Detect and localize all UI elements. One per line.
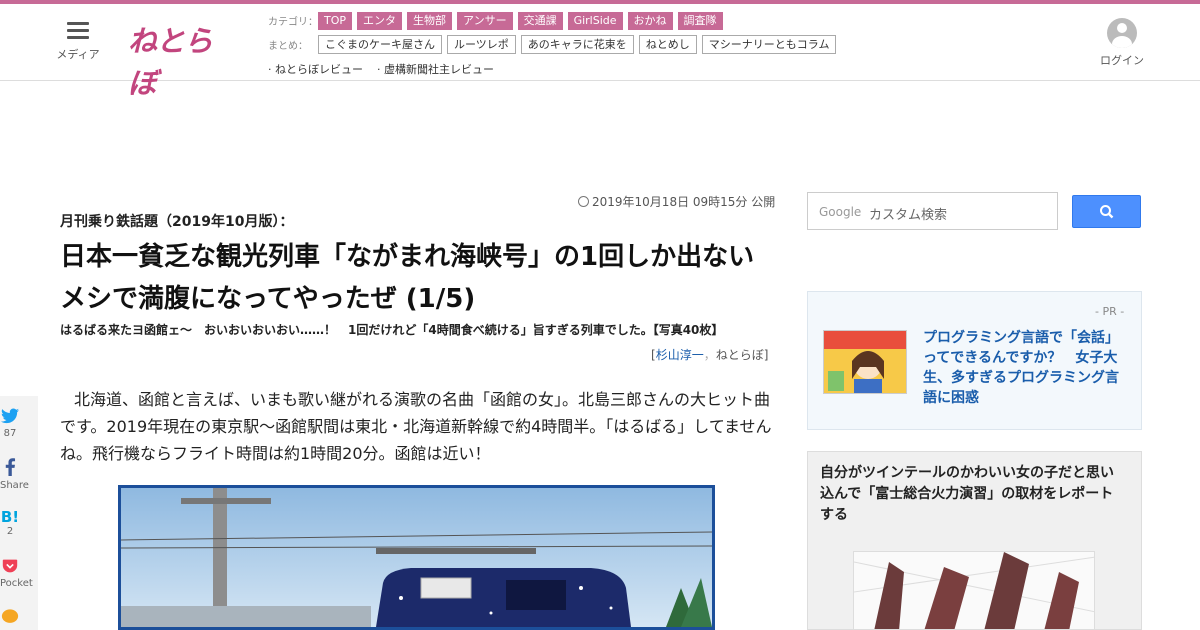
article-photo-train[interactable] <box>118 485 715 630</box>
search-input[interactable]: Google カスタム検索 <box>807 192 1058 230</box>
category-link-girlside[interactable]: GirlSide <box>567 11 623 30</box>
media-menu-label: メディア <box>56 48 100 61</box>
site-header: メディア ねとらぼ カテゴリ： TOP エンタ 生物部 アンサー 交通課 Gir… <box>0 4 1200 100</box>
pr-thumbnail[interactable] <box>823 330 907 394</box>
hatena-bookmark-button[interactable]: B! 2 <box>0 508 20 537</box>
category-link-enta[interactable]: エンタ <box>357 11 403 30</box>
search-button[interactable] <box>1072 195 1141 228</box>
pr-illustration <box>824 331 906 393</box>
search-placeholder: カスタム検索 <box>869 208 948 223</box>
site-logo[interactable]: ねとらぼ <box>128 18 238 100</box>
hamburger-icon <box>67 22 89 39</box>
publish-date: 2019年10月18日 09時15分 公開 <box>578 193 775 210</box>
matome-header: まとめ： <box>268 41 308 52</box>
hatena-icon: B! <box>0 508 20 526</box>
category-link-answer[interactable]: アンサー <box>457 11 513 30</box>
matome-link[interactable]: ルーツレポ <box>447 35 516 54</box>
article-subtitle: はるばる来たヨ函館ェ～ おいおいおいおい……！ 1回だけれど「4時間食べ続ける」… <box>60 323 724 337</box>
login-button[interactable]: ログイン <box>1098 18 1146 68</box>
train-photo-illustration <box>121 488 712 627</box>
featured-article-link[interactable]: 自分がツインテールのかわいい女の子だと思い込んで「富士総合火力演習」の取材をレポ… <box>820 463 1120 526</box>
matome-link[interactable]: マシーナリーともコラム <box>701 35 837 54</box>
facebook-icon <box>5 458 16 476</box>
line-share-button[interactable] <box>0 608 20 630</box>
review-link[interactable]: · ねとらぼレビュー <box>268 61 363 77</box>
category-link-okane[interactable]: おかね <box>627 11 673 30</box>
twitter-icon <box>1 408 20 424</box>
category-row: カテゴリ： TOP エンタ 生物部 アンサー 交通課 GirlSide おかね … <box>268 10 841 31</box>
hatena-count: 2 <box>6 526 14 537</box>
publish-date-text: 2019年10月18日 09時15分 公開 <box>592 195 776 209</box>
article-body: 北海道、函館と言えば、いまも歌い継がれる演歌の名曲「函館の女」。北島三郎さんの大… <box>60 390 772 463</box>
matome-link[interactable]: ねとめし <box>638 35 697 54</box>
review-link[interactable]: · 虚構新聞社主レビュー <box>377 61 494 77</box>
article-byline: [杉山淳一，ねとらぼ] <box>651 346 768 363</box>
category-header: カテゴリ： <box>268 17 318 28</box>
matome-link[interactable]: あのキャラに花束を <box>520 35 634 54</box>
media-menu-button[interactable]: メディア <box>54 22 102 62</box>
facebook-label: Share <box>0 480 29 491</box>
search-icon <box>1100 205 1114 219</box>
clock-icon <box>578 196 589 207</box>
author-link[interactable]: 杉山淳一 <box>656 348 704 362</box>
matome-link[interactable]: こぐまのケーキ屋さん <box>318 35 442 54</box>
twitter-count: 87 <box>3 428 17 439</box>
matome-row: まとめ： こぐまのケーキ屋さん ルーツレポ あのキャラに花束を ねとめし マシー… <box>268 34 841 55</box>
facebook-share-button[interactable]: Share <box>0 458 29 491</box>
byline-site: ねとらぼ <box>715 348 764 362</box>
share-rail: 87 Share B! 2 Pocket <box>0 396 38 630</box>
user-icon <box>1107 18 1137 48</box>
twitter-share-button[interactable]: 87 <box>0 408 20 439</box>
byline-separator: ， <box>703 348 716 362</box>
pr-label: - PR - <box>1095 305 1125 318</box>
manga-illustration <box>854 552 1094 629</box>
byline-bracket: ] <box>763 348 769 362</box>
site-navigation: カテゴリ： TOP エンタ 生物部 アンサー 交通課 GirlSide おかね … <box>268 10 841 82</box>
review-row: · ねとらぼレビュー · 虚構新聞社主レビュー <box>268 58 841 79</box>
pocket-button[interactable]: Pocket <box>0 558 33 589</box>
article-title: 日本一貧乏な観光列車「ながまれ海峡号」の1回しか出ないメシで満腹になってやったぜ… <box>60 242 755 314</box>
pr-article-link[interactable]: プログラミング言語で「会話」ってできるんですか？ 女子大生、多すぎるプログラミン… <box>923 328 1128 408</box>
chat-bubble-icon <box>1 609 19 623</box>
pocket-label: Pocket <box>0 578 33 589</box>
pocket-icon <box>2 559 18 573</box>
category-link-chousatai[interactable]: 調査隊 <box>677 11 723 30</box>
category-link-top[interactable]: TOP <box>318 11 353 30</box>
category-link-seibutsu[interactable]: 生物部 <box>407 11 453 30</box>
logo-text: ねとらぼ <box>128 24 213 100</box>
login-label: ログイン <box>1100 54 1144 67</box>
category-link-koutsu[interactable]: 交通課 <box>517 11 563 30</box>
article-kicker: 月刊乗り鉄話題（2019年10月版）： <box>60 214 294 230</box>
google-label: Google <box>819 205 862 219</box>
featured-article-image[interactable] <box>853 551 1095 630</box>
